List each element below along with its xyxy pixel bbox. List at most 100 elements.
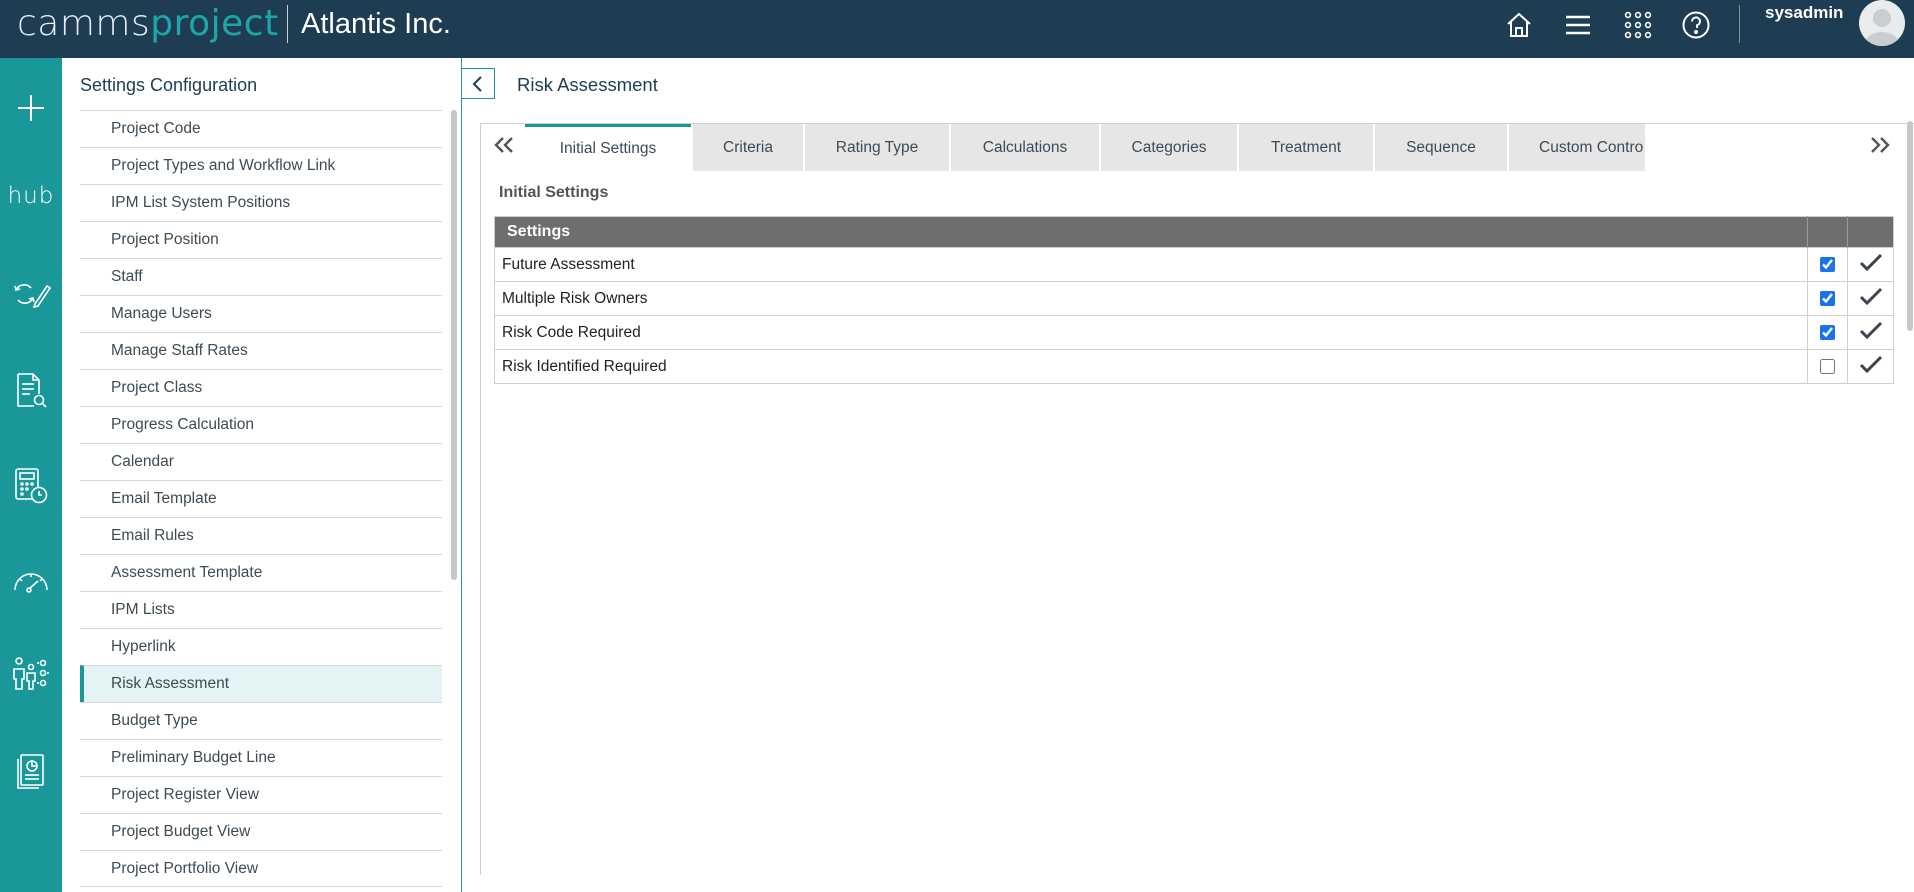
settings-item-risk-assessment[interactable]: Risk Assessment [80, 665, 442, 702]
tab-treatment[interactable]: Treatment [1239, 124, 1373, 171]
setting-label: Future Assessment [494, 247, 1809, 282]
tab-criteria[interactable]: Criteria [693, 124, 803, 171]
setting-label: Risk Code Required [494, 315, 1809, 350]
tab-bar: Initial Settings Criteria Rating Type Ca… [481, 124, 1914, 172]
double-chevron-left-icon [494, 137, 513, 153]
gauge-icon[interactable] [0, 554, 62, 610]
settings-item-project-class[interactable]: Project Class [80, 369, 442, 406]
settings-item-progress-calculation[interactable]: Progress Calculation [80, 406, 442, 443]
settings-item-ipm-list-system-positions[interactable]: IPM List System Positions [80, 184, 442, 221]
tab-initial-settings[interactable]: Initial Settings [525, 124, 691, 171]
home-icon[interactable] [1502, 8, 1536, 42]
column-header-save [1847, 216, 1894, 248]
settings-item-label: Project Position [111, 231, 219, 248]
tab-label: Rating Type [835, 138, 919, 156]
setting-checkbox-cell [1807, 315, 1848, 350]
settings-item-email-rules[interactable]: Email Rules [80, 517, 442, 554]
settings-item-label: Project Budget View [111, 823, 251, 840]
settings-list: Project Code Project Types and Workflow … [80, 110, 442, 887]
tab-label: Treatment [1270, 138, 1342, 156]
checkmark-icon[interactable] [1859, 252, 1883, 272]
settings-item-project-register-view[interactable]: Project Register View [80, 776, 442, 813]
tabs-scroll-left-button[interactable] [487, 128, 521, 162]
settings-item-label: Project Code [111, 120, 201, 137]
settings-item-label: Email Template [111, 490, 217, 507]
username[interactable]: sysadmin [1765, 3, 1843, 23]
settings-item-budget-type[interactable]: Budget Type [80, 702, 442, 739]
logo-part-project: project [150, 3, 279, 44]
double-chevron-right-icon [1871, 137, 1890, 153]
setting-checkbox-cell [1807, 349, 1848, 384]
settings-item-project-types-workflow[interactable]: Project Types and Workflow Link [80, 147, 442, 184]
settings-item-hyperlink[interactable]: Hyperlink [80, 628, 442, 665]
setting-label: Risk Identified Required [494, 349, 1809, 384]
save-cell [1847, 247, 1894, 282]
section-title: Initial Settings [499, 184, 609, 201]
panel-scrollbar[interactable] [451, 110, 457, 580]
settings-item-label: Project Portfolio View [111, 859, 259, 877]
tabs-scroll-right-button[interactable] [1863, 128, 1897, 162]
settings-item-preliminary-budget-line[interactable]: Preliminary Budget Line [80, 739, 442, 776]
collapse-panel-button[interactable] [462, 68, 495, 99]
hub-icon[interactable]: hub [0, 168, 62, 224]
tab-rating-type[interactable]: Rating Type [805, 124, 949, 171]
checkmark-icon[interactable] [1859, 354, 1883, 374]
tab-label: Custom Contro [1539, 138, 1644, 156]
settings-item-assessment-template[interactable]: Assessment Template [80, 554, 442, 591]
table-row: Future Assessment [494, 247, 1894, 282]
tab-sequence[interactable]: Sequence [1375, 124, 1507, 171]
settings-item-project-code[interactable]: Project Code [80, 110, 442, 147]
settings-item-label: Project Types and Workflow Link [111, 157, 336, 174]
tab-label: Criteria [723, 138, 773, 156]
checkmark-icon[interactable] [1859, 320, 1883, 340]
table-row: Risk Code Required [494, 315, 1894, 350]
settings-item-email-template[interactable]: Email Template [80, 480, 442, 517]
multiple-risk-owners-checkbox[interactable] [1820, 290, 1836, 306]
people-settings-icon[interactable] [0, 646, 62, 702]
save-cell [1847, 349, 1894, 384]
content-frame: Initial Settings Criteria Rating Type Ca… [480, 123, 1914, 875]
future-assessment-checkbox[interactable] [1820, 256, 1836, 272]
settings-item-project-position[interactable]: Project Position [80, 221, 442, 258]
avatar[interactable] [1859, 0, 1905, 46]
refresh-edit-icon[interactable] [0, 266, 62, 322]
tab-label: Sequence [1406, 138, 1476, 156]
chevron-left-icon [472, 75, 482, 92]
settings-item-manage-users[interactable]: Manage Users [80, 295, 442, 332]
settings-item-calendar[interactable]: Calendar [80, 443, 442, 480]
tab-calculations[interactable]: Calculations [951, 124, 1099, 171]
header-divider [1739, 5, 1740, 43]
plus-icon[interactable] [0, 80, 62, 136]
menu-icon[interactable] [1561, 8, 1595, 42]
settings-item-label: Staff [111, 268, 143, 285]
settings-item-staff[interactable]: Staff [80, 258, 442, 295]
top-bar: cammsproject Atlantis Inc. sysadmin [0, 0, 1914, 58]
table-row: Multiple Risk Owners [494, 281, 1894, 316]
help-icon[interactable] [1679, 8, 1713, 42]
report-icon[interactable] [0, 744, 62, 800]
settings-item-project-budget-view[interactable]: Project Budget View [80, 813, 442, 850]
tab-categories[interactable]: Categories [1101, 124, 1237, 171]
risk-identified-required-checkbox[interactable] [1820, 358, 1836, 374]
column-header-settings: Settings [494, 216, 1809, 248]
save-cell [1847, 281, 1894, 316]
settings-item-label: Manage Staff Rates [111, 342, 248, 359]
apps-grid-icon[interactable] [1621, 8, 1655, 42]
settings-item-label: Budget Type [111, 712, 198, 729]
logo-divider [287, 5, 288, 43]
tab-custom-controls[interactable]: Custom Contro [1509, 124, 1645, 171]
calculator-clock-icon[interactable] [0, 458, 62, 514]
panel-title: Settings Configuration [80, 75, 258, 95]
table-row: Risk Identified Required [494, 349, 1894, 384]
app-logo[interactable]: cammsproject [17, 3, 279, 44]
save-cell [1847, 315, 1894, 350]
document-search-icon[interactable] [0, 362, 62, 418]
risk-code-required-checkbox[interactable] [1820, 324, 1836, 340]
organization-name: Atlantis Inc. [301, 8, 451, 40]
settings-item-ipm-lists[interactable]: IPM Lists [80, 591, 442, 628]
settings-item-project-portfolio-view[interactable]: Project Portfolio View [80, 850, 442, 887]
settings-item-label: Progress Calculation [111, 416, 255, 433]
settings-item-manage-staff-rates[interactable]: Manage Staff Rates [80, 332, 442, 369]
checkmark-icon[interactable] [1859, 286, 1883, 306]
main-scrollbar[interactable] [1907, 121, 1913, 331]
